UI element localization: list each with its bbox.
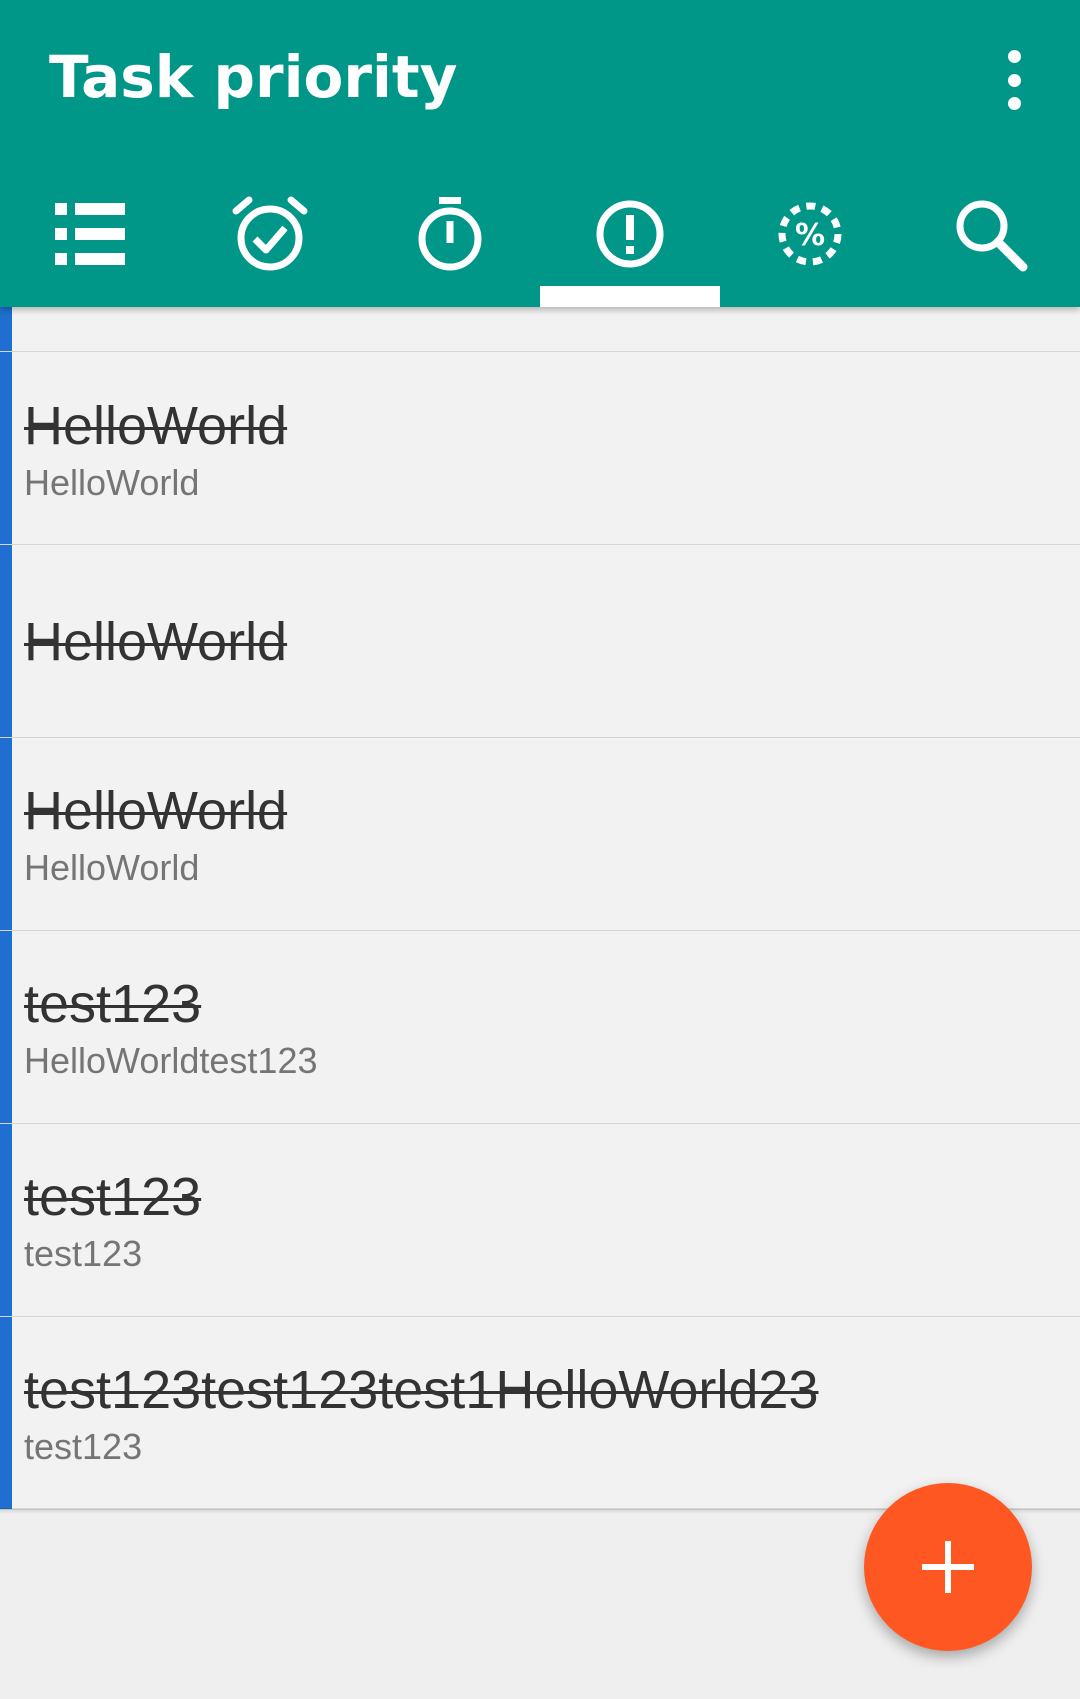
progress-percent-icon: % xyxy=(778,202,842,265)
task-subtitle: HelloWorldtest123 xyxy=(24,1040,318,1081)
priority-indicator xyxy=(0,931,12,1123)
page-title: Task priority xyxy=(49,43,458,111)
task-title: test123test123test1HelloWorld23 xyxy=(24,1360,819,1420)
task-subtitle: HelloWorld xyxy=(24,462,200,503)
tab-all-tasks[interactable] xyxy=(0,180,180,307)
priority-indicator xyxy=(0,307,12,351)
add-icon xyxy=(922,1541,974,1593)
search-icon xyxy=(956,200,1028,271)
list-item[interactable]: test123 HelloWorldtest123 xyxy=(0,931,1080,1124)
tab-reminders[interactable] xyxy=(180,180,360,307)
more-vert-icon[interactable] xyxy=(990,50,1038,110)
priority-indicator xyxy=(0,1317,12,1509)
alarm-check-icon xyxy=(232,196,308,270)
task-title: HelloWorld xyxy=(24,612,288,672)
task-subtitle: test123 xyxy=(24,1233,143,1274)
task-title: test123 xyxy=(24,1167,202,1227)
priority-indicator xyxy=(0,545,12,737)
tab-bar: % xyxy=(0,180,1080,307)
task-list: HelloWorld HelloWorld HelloWorld HelloWo… xyxy=(0,307,1080,1510)
task-subtitle: test123 xyxy=(24,1426,143,1467)
list-item[interactable]: test123 test123 xyxy=(0,1124,1080,1317)
selected-tab-indicator xyxy=(540,286,720,307)
list-item[interactable] xyxy=(0,307,1080,352)
tab-priority[interactable] xyxy=(540,180,720,307)
list-icon xyxy=(55,202,125,265)
list-item[interactable]: test123test123test1HelloWorld23 test123 xyxy=(0,1317,1080,1510)
task-subtitle: HelloWorld xyxy=(24,847,200,888)
app-bar: Task priority % xyxy=(0,0,1080,307)
tab-search[interactable] xyxy=(900,180,1080,307)
add-task-button[interactable] xyxy=(864,1483,1032,1651)
tab-progress[interactable]: % xyxy=(720,180,900,307)
priority-indicator xyxy=(0,738,12,930)
timer-icon xyxy=(418,196,482,270)
list-item[interactable]: HelloWorld HelloWorld xyxy=(0,352,1080,545)
tab-timer[interactable] xyxy=(360,180,540,307)
svg-text:%: % xyxy=(795,218,825,253)
list-item[interactable]: HelloWorld HelloWorld xyxy=(0,738,1080,931)
task-title: HelloWorld xyxy=(24,396,288,456)
task-title: test123 xyxy=(24,974,202,1034)
priority-indicator xyxy=(0,1124,12,1316)
task-title: HelloWorld xyxy=(24,781,288,841)
priority-icon xyxy=(596,200,664,267)
list-item[interactable]: HelloWorld xyxy=(0,545,1080,738)
priority-indicator xyxy=(0,352,12,544)
